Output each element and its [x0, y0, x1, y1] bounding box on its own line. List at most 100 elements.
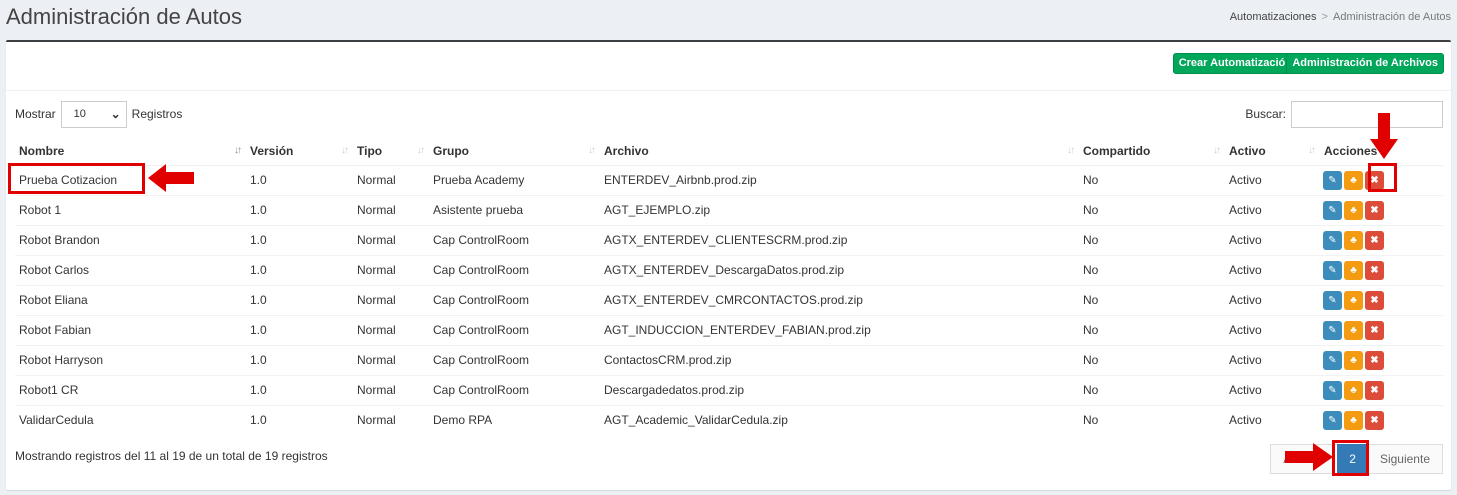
- breadcrumb-current: Administración de Autos: [1332, 11, 1451, 23]
- cell-archivo: AGTX_ENTERDEV_CMRCONTACTOS.prod.zip: [600, 284, 1079, 315]
- deploy-button[interactable]: ♣: [1344, 320, 1363, 340]
- edit-button[interactable]: ✎: [1323, 170, 1342, 190]
- delete-button[interactable]: ✖: [1365, 410, 1384, 430]
- edit-button[interactable]: ✎: [1323, 380, 1342, 400]
- table-header-row: Nombre ↓↑ Versión ↓↑ Tipo ↓↑ Grupo ↓↑ Archiv…: [15, 137, 1443, 166]
- autos-panel: Crear Automatización Administración de A…: [6, 40, 1451, 490]
- close-icon: ✖: [1370, 324, 1379, 336]
- delete-button[interactable]: ✖: [1365, 320, 1384, 340]
- delete-button[interactable]: ✖: [1365, 350, 1384, 370]
- cell-activo: Activo: [1225, 404, 1320, 435]
- edit-button[interactable]: ✎: [1323, 290, 1342, 310]
- table-row: Robot Carlos 1.0 Normal Cap ControlRoom AGTX…: [15, 254, 1443, 285]
- column-nombre[interactable]: Nombre ↓↑: [15, 137, 246, 166]
- edit-button[interactable]: ✎: [1323, 260, 1342, 280]
- cell-compartido: No: [1079, 164, 1225, 195]
- edit-button[interactable]: ✎: [1323, 200, 1342, 220]
- pencil-icon: ✎: [1328, 324, 1337, 336]
- table-row: Robot 1 1.0 Normal Asistente prueba AGT_EJEM…: [15, 194, 1443, 225]
- cell-nombre: Robot Eliana: [15, 284, 246, 315]
- cell-compartido: No: [1079, 344, 1225, 375]
- table-row: Robot Eliana 1.0 Normal Cap ControlRoom AGTX…: [15, 284, 1443, 315]
- file-admin-button[interactable]: Administración de Archivos: [1286, 53, 1444, 74]
- delete-button[interactable]: ✖: [1365, 290, 1384, 310]
- cell-grupo: Cap ControlRoom: [429, 254, 600, 285]
- pencil-icon: ✎: [1328, 414, 1337, 426]
- next-page-button[interactable]: Siguiente: [1366, 444, 1443, 474]
- deploy-button[interactable]: ♣: [1344, 230, 1363, 250]
- delete-button[interactable]: ✖: [1365, 230, 1384, 250]
- autos-table: Nombre ↓↑ Versión ↓↑ Tipo ↓↑ Grupo ↓↑ Archiv…: [15, 137, 1443, 435]
- cell-compartido: No: [1079, 374, 1225, 405]
- cell-grupo: Cap ControlRoom: [429, 314, 600, 345]
- column-archivo[interactable]: Archivo ↓↑: [600, 137, 1079, 166]
- cell-archivo: AGTX_ENTERDEV_DescargaDatos.prod.zip: [600, 254, 1079, 285]
- panel-header: Crear Automatización Administración de A…: [6, 42, 1451, 91]
- edit-button[interactable]: ✎: [1323, 230, 1342, 250]
- column-compartido[interactable]: Compartido ↓↑: [1079, 137, 1225, 166]
- cell-grupo: Asistente prueba: [429, 194, 600, 225]
- deploy-button[interactable]: ♣: [1344, 260, 1363, 280]
- sort-icon: ↓↑: [1213, 145, 1221, 156]
- page-title: Administración de Autos: [6, 4, 243, 29]
- cell-grupo: Cap ControlRoom: [429, 224, 600, 255]
- cell-nombre: Robot Fabian: [15, 314, 246, 345]
- cell-archivo: AGT_INDUCCION_ENTERDEV_FABIAN.prod.zip: [600, 314, 1079, 345]
- edit-button[interactable]: ✎: [1323, 350, 1342, 370]
- deploy-button[interactable]: ♣: [1344, 350, 1363, 370]
- deploy-button[interactable]: ♣: [1344, 410, 1363, 430]
- cell-grupo: Cap ControlRoom: [429, 374, 600, 405]
- table-row: Robot Brandon 1.0 Normal Cap ControlRoom AGT…: [15, 224, 1443, 255]
- column-activo[interactable]: Activo ↓↑: [1225, 137, 1320, 166]
- cell-tipo: Normal: [353, 374, 429, 405]
- table-row: ValidarCedula 1.0 Normal Demo RPA AGT_Academ…: [15, 404, 1443, 435]
- table-row: Robot Harryson 1.0 Normal Cap ControlRoom Co…: [15, 344, 1443, 375]
- edit-button[interactable]: ✎: [1323, 410, 1342, 430]
- edit-button[interactable]: ✎: [1323, 320, 1342, 340]
- pencil-icon: ✎: [1328, 384, 1337, 396]
- sitemap-icon: ♣: [1350, 234, 1357, 246]
- cell-acciones: ✎ ♣ ✖: [1320, 344, 1443, 375]
- close-icon: ✖: [1370, 264, 1379, 276]
- cell-nombre: Robot Brandon: [15, 224, 246, 255]
- cell-tipo: Normal: [353, 284, 429, 315]
- delete-button[interactable]: ✖: [1365, 260, 1384, 280]
- highlight-delete-button: [1368, 163, 1397, 192]
- arrow-down-icon: [1370, 113, 1398, 159]
- close-icon: ✖: [1370, 294, 1379, 306]
- page-size-select[interactable]: 10 ⌄: [60, 100, 127, 128]
- cell-archivo: AGT_Academic_ValidarCedula.zip: [600, 404, 1079, 435]
- cell-nombre: Robot Carlos: [15, 254, 246, 285]
- delete-button[interactable]: ✖: [1365, 200, 1384, 220]
- column-tipo[interactable]: Tipo ↓↑: [353, 137, 429, 166]
- delete-button[interactable]: ✖: [1365, 380, 1384, 400]
- cell-grupo: Prueba Academy: [429, 164, 600, 195]
- cell-compartido: No: [1079, 284, 1225, 315]
- column-version[interactable]: Versión ↓↑: [246, 137, 353, 166]
- deploy-button[interactable]: ♣: [1344, 380, 1363, 400]
- cell-nombre: Robot 1: [15, 194, 246, 225]
- deploy-button[interactable]: ♣: [1344, 170, 1363, 190]
- deploy-button[interactable]: ♣: [1344, 290, 1363, 310]
- cell-activo: Activo: [1225, 284, 1320, 315]
- column-grupo[interactable]: Grupo ↓↑: [429, 137, 600, 166]
- page-size-control: Mostrar 10 ⌄ Registros: [15, 100, 182, 128]
- close-icon: ✖: [1370, 354, 1379, 366]
- table-row: Robot1 CR 1.0 Normal Cap ControlRoom Descarg…: [15, 374, 1443, 405]
- sort-icon: ↓↑: [1067, 145, 1075, 156]
- cell-tipo: Normal: [353, 404, 429, 435]
- cell-version: 1.0: [246, 344, 353, 375]
- page-size-value: 10: [73, 107, 86, 120]
- sort-asc-icon: ↓↑: [234, 145, 242, 156]
- search-input[interactable]: [1291, 100, 1443, 128]
- sitemap-icon: ♣: [1350, 204, 1357, 216]
- sort-icon: ↓↑: [341, 145, 349, 156]
- search-control: Buscar:: [1245, 100, 1443, 128]
- breadcrumb-automatizaciones[interactable]: Automatizaciones: [1230, 11, 1317, 23]
- create-automation-button[interactable]: Crear Automatización: [1172, 53, 1298, 74]
- cell-activo: Activo: [1225, 344, 1320, 375]
- sitemap-icon: ♣: [1350, 174, 1357, 186]
- cell-acciones: ✎ ♣ ✖: [1320, 314, 1443, 345]
- sort-icon: ↓↑: [1308, 145, 1316, 156]
- deploy-button[interactable]: ♣: [1344, 200, 1363, 220]
